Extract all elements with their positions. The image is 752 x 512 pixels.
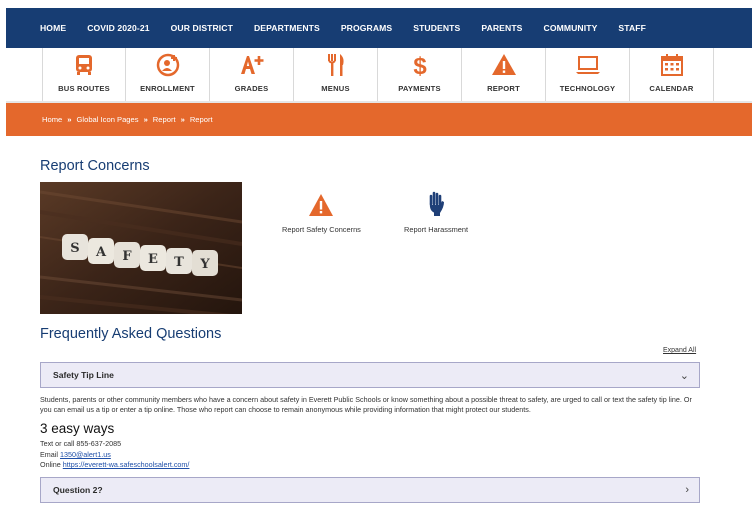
nav-students[interactable]: STUDENTS [413,23,460,33]
contact-email-line: Email 1350@alert1.us [40,450,189,461]
accordion-question-2[interactable]: Question 2? › [40,477,700,503]
laptop-icon [575,56,600,74]
quick-link-technology[interactable]: TECHNOLOGY [546,48,630,101]
breadcrumb-current: Report [189,115,213,124]
nav-our-district[interactable]: OUR DISTRICT [171,23,233,33]
raised-hand-icon [429,191,445,216]
accordion-question: Question 2? [53,485,103,495]
nav-home[interactable]: HOME [40,23,66,33]
contact-online-link[interactable]: https://everett-wa.safeschoolsalert.com/ [63,460,190,469]
svg-text:A: A [95,245,107,260]
svg-text:F: F [122,249,132,264]
breadcrumb-separator: » [67,115,72,124]
nav-community[interactable]: COMMUNITY [544,23,598,33]
quick-link-label: PAYMENTS [398,84,441,93]
contact-email-prefix: Email [40,449,58,459]
page-title: Report Concerns [40,158,150,174]
svg-text:Y: Y [199,257,210,272]
contact-info: Text or call 855-637-2085 Email 1350@ale… [40,439,189,471]
safety-dice-image: S A F E T Y [40,182,242,314]
faq-title: Frequently Asked Questions [40,326,222,342]
contact-email-link[interactable]: 1350@alert1.us [60,450,111,459]
nav-departments[interactable]: DEPARTMENTS [254,23,320,33]
dollar-icon: $ [413,53,427,78]
chevron-right-icon: › [685,484,689,496]
nav-staff[interactable]: STAFF [618,23,646,33]
svg-text:$: $ [413,53,427,78]
calendar-icon [660,54,683,76]
quick-links-bar: BUS ROUTES ENROLLMENT GRADES MENUS $ PAY… [42,48,752,101]
top-nav: HOME COVID 2020-21 OUR DISTRICT DEPARTME… [6,8,752,48]
svg-text:S: S [70,241,79,256]
accordion-answer-text: Students, parents or other community mem… [40,395,692,414]
contact-phone: Text or call 855-637-2085 [40,439,122,448]
contact-online-prefix: Online [40,460,61,469]
report-safety-concerns-label: Report Safety Concerns [282,225,361,234]
bus-icon [76,55,92,75]
quick-link-payments[interactable]: $ PAYMENTS [378,48,462,101]
quick-link-label: MENUS [321,84,350,93]
quick-link-label: GRADES [234,84,269,93]
report-harassment-link[interactable]: Report Harassment [404,191,468,234]
warning-icon [491,54,516,75]
breadcrumb-global-icon-pages[interactable]: Global Icon Pages [77,115,139,124]
enrollment-icon [156,53,179,77]
quick-link-label: REPORT [487,84,520,93]
nav-covid[interactable]: COVID 2020-21 [87,23,149,33]
breadcrumb-report[interactable]: Report [153,115,176,124]
quick-link-menus[interactable]: MENUS [294,48,378,101]
quick-link-label: TECHNOLOGY [559,84,616,93]
utensils-icon [327,54,344,76]
breadcrumb-home[interactable]: Home [42,115,62,124]
grades-icon [240,56,263,74]
accordion-question: Safety Tip Line [53,370,114,380]
svg-text:T: T [174,255,184,270]
expand-all-link[interactable]: Expand All [663,347,696,354]
accordion-safety-tip-line[interactable]: Safety Tip Line ⌄ [40,362,700,388]
breadcrumb: Home » Global Icon Pages » Report » Repo… [6,103,752,136]
nav-parents[interactable]: PARENTS [481,23,522,33]
warning-icon [309,194,334,216]
quick-link-report[interactable]: REPORT [462,48,546,101]
quick-link-label: ENROLLMENT [140,84,195,93]
answer-heading: 3 easy ways [40,421,115,436]
quick-link-label: CALENDAR [649,84,694,93]
report-safety-concerns-link[interactable]: Report Safety Concerns [282,193,361,234]
quick-link-calendar[interactable]: CALENDAR [630,48,714,101]
quick-link-grades[interactable]: GRADES [210,48,294,101]
nav-programs[interactable]: PROGRAMS [341,23,392,33]
contact-online-line: Online https://everett-wa.safeschoolsale… [40,460,189,471]
chevron-down-icon: ⌄ [679,369,689,382]
quick-link-bus-routes[interactable]: BUS ROUTES [42,48,126,101]
breadcrumb-separator: » [180,115,185,124]
breadcrumb-separator: » [143,115,148,124]
svg-text:E: E [148,252,158,267]
report-harassment-label: Report Harassment [404,225,469,234]
quick-link-enrollment[interactable]: ENROLLMENT [126,48,210,101]
quick-link-label: BUS ROUTES [58,84,110,93]
